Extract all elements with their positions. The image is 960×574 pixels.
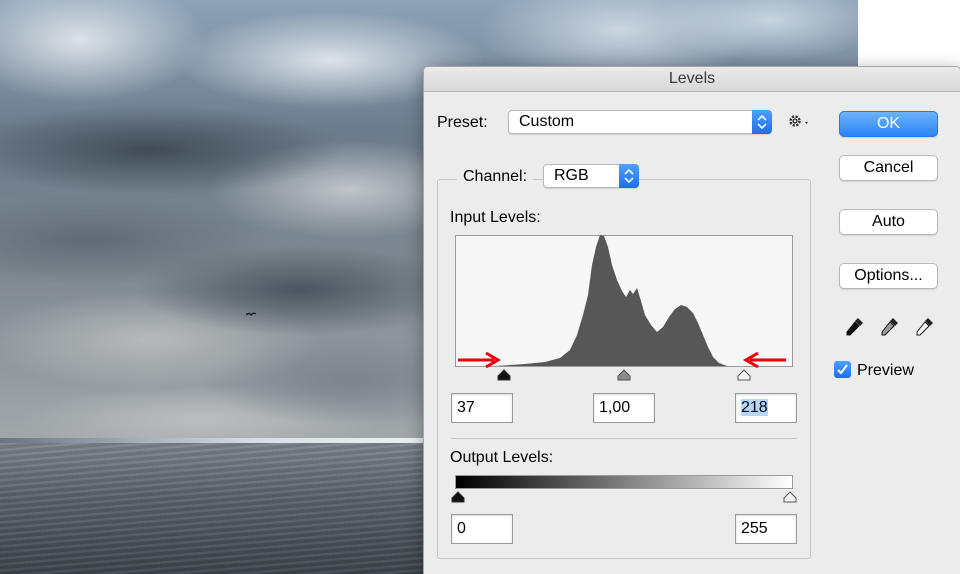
input-gamma-slider[interactable] bbox=[617, 369, 631, 381]
auto-button[interactable]: Auto bbox=[839, 209, 938, 235]
divider bbox=[451, 438, 797, 439]
output-levels-label: Output Levels: bbox=[450, 449, 554, 466]
gear-icon[interactable] bbox=[786, 111, 812, 131]
red-arrow-right-icon bbox=[458, 351, 501, 369]
ok-button[interactable]: OK bbox=[839, 111, 938, 137]
output-black-slider[interactable] bbox=[451, 491, 465, 503]
histogram bbox=[455, 235, 793, 367]
channel-label: Channel: bbox=[457, 168, 534, 186]
channel-value: RGB bbox=[554, 167, 589, 184]
screen: Levels Preset: Custom OK Cancel Auto Opt… bbox=[0, 0, 960, 574]
red-arrow-left-icon bbox=[743, 351, 786, 369]
white-eyedropper-icon[interactable] bbox=[914, 315, 936, 337]
output-gradient-bar bbox=[455, 475, 793, 489]
channel-select-stepper[interactable] bbox=[619, 164, 639, 188]
dialog-title: Levels bbox=[424, 67, 960, 92]
input-white-slider[interactable] bbox=[737, 369, 751, 381]
preset-select-stepper[interactable] bbox=[752, 110, 772, 134]
bird-silhouette bbox=[246, 312, 256, 317]
cancel-button[interactable]: Cancel bbox=[839, 155, 938, 181]
checkmark-icon bbox=[837, 364, 848, 375]
preset-select[interactable]: Custom bbox=[508, 110, 772, 134]
input-levels-label: Input Levels: bbox=[450, 209, 541, 226]
output-white-field[interactable]: 255 bbox=[735, 514, 797, 544]
gray-eyedropper-icon[interactable] bbox=[879, 315, 901, 337]
black-eyedropper-icon[interactable] bbox=[844, 315, 866, 337]
output-white-slider[interactable] bbox=[783, 491, 797, 503]
preset-label: Preset: bbox=[437, 114, 488, 131]
up-down-chevron-icon bbox=[757, 114, 767, 130]
input-black-slider[interactable] bbox=[497, 369, 511, 381]
preset-value: Custom bbox=[519, 113, 575, 130]
output-black-field[interactable]: 0 bbox=[451, 514, 513, 544]
options-button[interactable]: Options... bbox=[839, 263, 938, 289]
input-black-field[interactable]: 37 bbox=[451, 393, 513, 423]
channel-select[interactable]: RGB bbox=[543, 164, 639, 188]
preview-label: Preview bbox=[857, 362, 914, 379]
up-down-chevron-icon bbox=[624, 168, 634, 184]
input-white-field[interactable]: 218 bbox=[735, 393, 797, 423]
input-white-value: 218 bbox=[741, 399, 768, 416]
preview-checkbox[interactable] bbox=[834, 361, 851, 378]
input-gamma-field[interactable]: 1,00 bbox=[593, 393, 655, 423]
levels-dialog: Levels Preset: Custom OK Cancel Auto Opt… bbox=[423, 66, 960, 574]
